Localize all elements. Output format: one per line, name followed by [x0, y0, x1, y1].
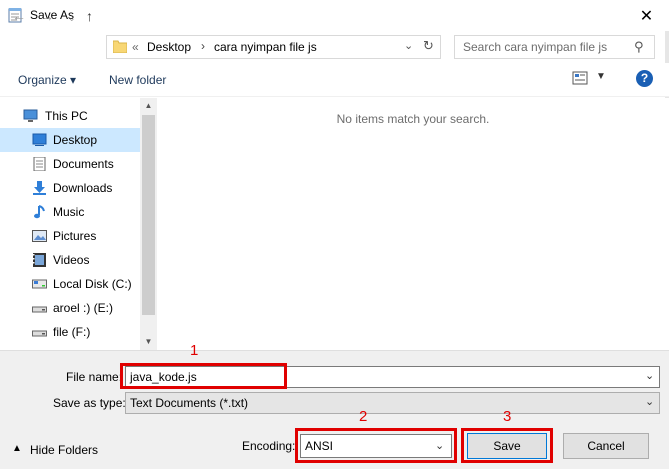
sidebar-item-desktop[interactable]: Desktop: [0, 128, 140, 152]
close-icon: ✕: [639, 7, 654, 25]
organize-button[interactable]: Organize ▾: [18, 73, 76, 87]
recent-locations-button[interactable]: ⌄: [68, 13, 76, 24]
sidebar-item-local-disk-c[interactable]: Local Disk (C:): [0, 272, 140, 296]
sidebar-item-music[interactable]: Music: [0, 200, 140, 224]
sidebar-scrollbar[interactable]: ▲ ▼: [140, 98, 157, 350]
up-button[interactable]: ↑: [86, 8, 93, 24]
file-name-label: File name:: [66, 370, 123, 384]
command-bar: [0, 63, 669, 97]
download-icon: [33, 181, 46, 195]
breadcrumb-desktop[interactable]: Desktop: [147, 40, 191, 54]
new-folder-button[interactable]: New folder: [109, 73, 166, 87]
removable-drive-icon: [32, 306, 47, 313]
search-box[interactable]: Search cara nyimpan file js ⚲: [454, 35, 655, 59]
sidebar-item-documents[interactable]: Documents: [0, 152, 140, 176]
annotation-number-2: 2: [359, 408, 368, 425]
annotation-number-3: 3: [503, 408, 512, 425]
sidebar-item-drive-e[interactable]: aroel :) (E:): [0, 296, 140, 320]
sidebar-item-pictures[interactable]: Pictures: [0, 224, 140, 248]
back-button[interactable]: ←: [12, 8, 26, 24]
chevron-down-icon: ⌄: [68, 13, 76, 23]
view-options-icon[interactable]: [572, 71, 588, 85]
computer-icon: [23, 109, 38, 122]
chevron-down-icon[interactable]: ⌄: [645, 395, 654, 408]
folder-icon: [113, 40, 127, 53]
sidebar-item-downloads[interactable]: Downloads: [0, 176, 140, 200]
music-icon: [34, 205, 45, 219]
encoding-label: Encoding:: [242, 439, 296, 453]
save-as-type-value: Text Documents (*.txt): [130, 396, 249, 410]
arrow-left-icon: ←: [12, 8, 26, 24]
chevron-up-icon: ▲: [12, 443, 22, 454]
empty-message: No items match your search.: [336, 112, 490, 126]
sidebar-item-this-pc[interactable]: This PC: [0, 104, 140, 128]
file-list[interactable]: No items match your search.: [157, 98, 669, 350]
highlight-box-save: [461, 428, 553, 463]
chevron-right-icon[interactable]: ›: [201, 39, 205, 53]
breadcrumb-overflow[interactable]: «: [132, 40, 139, 54]
sidebar-item-drive-f[interactable]: file (F:): [0, 320, 140, 344]
drive-icon: [32, 279, 47, 289]
highlight-box-encoding: [295, 428, 457, 463]
removable-drive-icon: [32, 330, 47, 337]
search-input[interactable]: Search cara nyimpan file js: [463, 40, 607, 54]
scroll-down-icon[interactable]: ▼: [140, 334, 157, 350]
close-button[interactable]: ✕: [624, 0, 669, 31]
highlight-box-file-name: [120, 363, 287, 389]
breadcrumb-current[interactable]: cara nyimpan file js: [214, 40, 317, 54]
documents-icon: [33, 157, 46, 171]
help-icon[interactable]: ?: [636, 70, 653, 87]
chevron-down-icon[interactable]: ▼: [596, 71, 606, 82]
navigation-pane: This PC Desktop Documents Downloads Musi…: [0, 98, 157, 350]
address-bar[interactable]: « Desktop › cara nyimpan file js ⌄ ↻: [106, 35, 441, 59]
forward-button[interactable]: →: [40, 8, 54, 24]
title-bar: [0, 0, 669, 31]
save-as-type-select[interactable]: Text Documents (*.txt) ⌄: [125, 392, 660, 414]
arrow-right-icon: →: [40, 8, 54, 24]
chevron-down-icon[interactable]: ⌄: [645, 369, 654, 382]
cancel-button[interactable]: Cancel: [563, 433, 649, 459]
save-as-type-label: Save as type:: [53, 396, 126, 410]
refresh-icon[interactable]: ↻: [423, 38, 434, 54]
videos-icon: [33, 253, 46, 267]
scrollbar-thumb[interactable]: [142, 115, 155, 315]
scroll-up-icon[interactable]: ▲: [140, 98, 157, 114]
pictures-icon: [32, 230, 47, 242]
chevron-down-icon[interactable]: ⌄: [404, 39, 413, 52]
search-icon[interactable]: ⚲: [634, 39, 644, 55]
arrow-up-icon: ↑: [86, 8, 93, 24]
annotation-number-1: 1: [190, 342, 199, 359]
sidebar-item-videos[interactable]: Videos: [0, 248, 140, 272]
desktop-icon: [32, 133, 47, 146]
